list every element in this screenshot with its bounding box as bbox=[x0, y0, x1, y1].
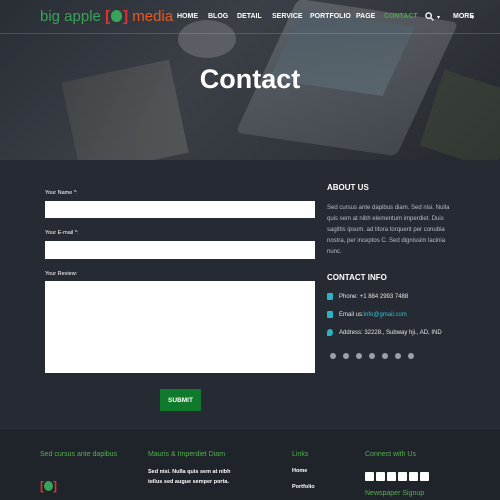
address-row: Address: 32228., Subway hji., AD, IND bbox=[327, 329, 442, 336]
social-links bbox=[330, 353, 421, 359]
youtube-icon[interactable] bbox=[408, 353, 414, 359]
logo-bracket-close: ] bbox=[123, 8, 129, 25]
linkedin-icon[interactable] bbox=[395, 353, 401, 359]
logo-text-1: big apple bbox=[40, 8, 101, 25]
logo-text-2: media bbox=[132, 8, 174, 25]
footer-link-portfolio[interactable]: Portfolio bbox=[292, 484, 315, 490]
submit-button[interactable]: SUBMIT bbox=[160, 389, 201, 411]
about-text: Sed cursus ante dapibus diam. Sed nisi. … bbox=[327, 205, 450, 255]
footer-col1-heading: Sed cursus ante dapibus bbox=[40, 451, 118, 458]
pinterest-icon[interactable] bbox=[420, 472, 429, 481]
address-text: Address: 32228., Subway hji., AD, IND bbox=[339, 329, 442, 336]
email-prefix: Email us: bbox=[339, 311, 364, 318]
twitter-icon[interactable] bbox=[376, 472, 385, 481]
apple-icon bbox=[44, 481, 53, 491]
youtube-icon[interactable] bbox=[398, 472, 407, 481]
facebook-icon[interactable] bbox=[365, 472, 374, 481]
review-label: Your Review: bbox=[45, 271, 78, 277]
contact-info-heading: CONTACT INFO bbox=[327, 273, 387, 282]
pinterest-icon[interactable] bbox=[369, 353, 375, 359]
nav-home[interactable]: HOME bbox=[177, 13, 198, 20]
phone-text: Phone: +1 884 2993 7488 bbox=[339, 293, 409, 300]
footer-connect-heading: Connect with Us bbox=[365, 451, 416, 458]
logo[interactable]: big apple [] media bbox=[40, 8, 173, 25]
apple-icon bbox=[111, 10, 123, 22]
about-heading: ABOUT US bbox=[327, 183, 369, 192]
instagram-icon[interactable] bbox=[409, 472, 418, 481]
search-icon[interactable] bbox=[425, 12, 434, 21]
email-label: Your E-mail *: bbox=[45, 230, 79, 236]
phone-row: Phone: +1 884 2993 7488 bbox=[327, 293, 408, 300]
name-input[interactable] bbox=[45, 201, 315, 218]
nav-detail[interactable]: DETAIL bbox=[237, 13, 262, 20]
chevron-down-icon: ▾ bbox=[471, 15, 475, 21]
logo-bracket-open: [ bbox=[105, 8, 111, 25]
email-input[interactable] bbox=[45, 241, 315, 259]
email-row: Email us: info@gmail.com bbox=[327, 311, 407, 318]
footer-link-home[interactable]: Home bbox=[292, 468, 307, 474]
footer-col2-heading: Mauris & Imperdiet Diam bbox=[148, 451, 226, 458]
review-textarea[interactable] bbox=[45, 281, 315, 373]
newsletter-heading: Newspaper Signup bbox=[365, 490, 425, 497]
top-nav: big apple [] media HOME BLOG DETAIL SERV… bbox=[0, 0, 500, 34]
nav-page[interactable]: PAGE bbox=[356, 13, 375, 20]
phone-icon bbox=[327, 293, 333, 300]
search-caret-icon: ▾ bbox=[437, 15, 441, 21]
map-pin-icon bbox=[327, 329, 333, 336]
footer-logo[interactable]: [] bbox=[40, 479, 57, 493]
linkedin-icon[interactable] bbox=[387, 472, 396, 481]
footer-col2-text2: tellus sed augue semper porta. bbox=[148, 479, 229, 485]
google-icon[interactable] bbox=[356, 353, 362, 359]
footer: Sed cursus ante dapibus [] Mauris & Impe… bbox=[0, 428, 500, 500]
footer-col2-text1: Sed nisi. Nulla quis sem at nibh bbox=[148, 469, 231, 475]
nav-service[interactable]: SERVICE bbox=[272, 13, 303, 20]
dribbble-icon[interactable] bbox=[382, 353, 388, 359]
footer-links-heading: Links bbox=[292, 451, 309, 458]
contact-section: Your Name *: Your E-mail *: Your Review:… bbox=[0, 160, 500, 428]
email-link[interactable]: info@gmail.com bbox=[364, 312, 407, 318]
page-title: Contact bbox=[199, 64, 301, 94]
footer-social bbox=[365, 472, 431, 481]
name-label: Your Name *: bbox=[45, 190, 78, 196]
mail-icon bbox=[327, 311, 333, 318]
twitter-icon[interactable] bbox=[343, 353, 349, 359]
nav-portfolio[interactable]: PORTFOLIO bbox=[310, 13, 351, 20]
nav-contact[interactable]: CONTACT bbox=[384, 13, 418, 20]
nav-blog[interactable]: BLOG bbox=[208, 13, 228, 20]
facebook-icon[interactable] bbox=[330, 353, 336, 359]
